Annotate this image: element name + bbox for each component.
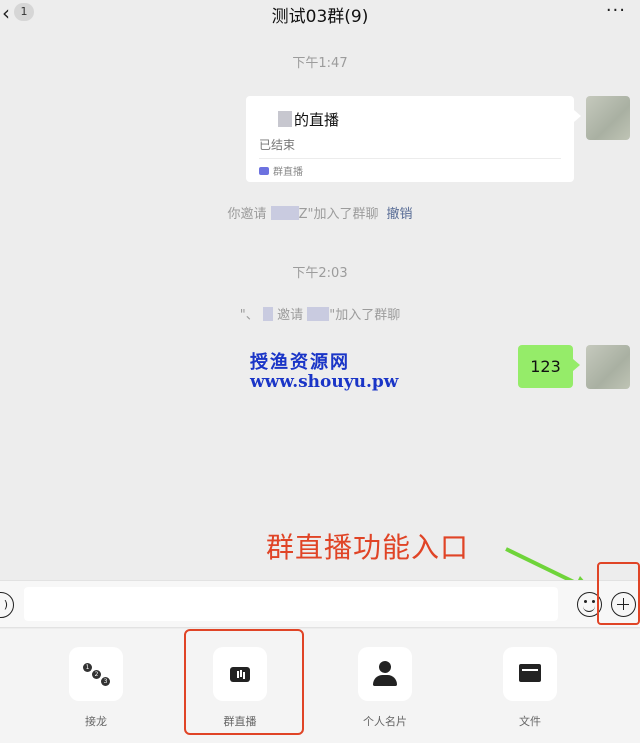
panel-item-label: 文件	[519, 715, 541, 728]
panel-item-jielong[interactable]: 1 2 3 接龙	[66, 647, 126, 729]
panel-item-file[interactable]: 文件	[500, 647, 560, 729]
arrow-to-plus	[505, 547, 579, 586]
jielong-icon: 1 2 3	[69, 647, 123, 701]
person-card-icon	[358, 647, 412, 701]
panel-item-card[interactable]: 个人名片	[355, 647, 415, 729]
voice-icon[interactable]: )	[0, 592, 14, 618]
plus-highlight-box	[597, 562, 640, 625]
live-highlight-box	[184, 629, 304, 735]
input-bar: )	[0, 580, 640, 628]
more-panel: 1 2 3 接龙 群直播 个人名片 文件	[0, 629, 640, 743]
folder-icon	[503, 647, 557, 701]
panel-item-label: 个人名片	[363, 715, 407, 728]
message-input[interactable]	[24, 587, 558, 621]
panel-item-label: 接龙	[85, 715, 107, 728]
